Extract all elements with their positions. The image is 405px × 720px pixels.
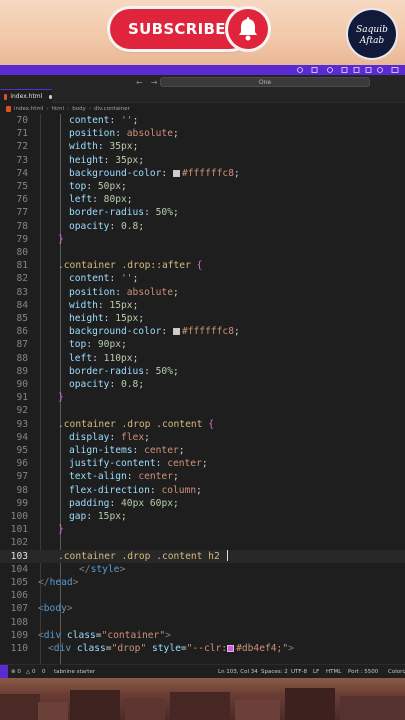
back-arrow-icon[interactable]: ← [136, 78, 143, 87]
code-line: 92 [16, 405, 28, 417]
code-line: 71 position: absolute; [16, 128, 179, 140]
status-tabnine[interactable]: tabnine starter [54, 665, 95, 679]
code-line: 80 [16, 247, 28, 258]
title-bar [0, 65, 405, 75]
html-file-icon [4, 93, 8, 100]
code-line: 100 gap: 15px; [10, 511, 127, 522]
status-ports[interactable]: 0 [42, 665, 46, 679]
status-errors[interactable]: ⊗ 0 [11, 665, 21, 679]
code-line: 72 width: 35px; [16, 141, 139, 153]
tab-index-html[interactable]: index.html [0, 89, 52, 103]
code-line: 106 [10, 590, 28, 602]
code-line: 108 [10, 616, 28, 628]
code-line: 97 text-align: center; [16, 471, 179, 483]
code-line: 75 top: 50px; [16, 181, 127, 192]
logo-line2: Aftab [359, 36, 385, 46]
text-cursor [226, 549, 228, 561]
forward-arrow-icon[interactable]: → [151, 78, 158, 87]
tab-bar: index.html [0, 89, 405, 103]
status-position[interactable]: Ln 103, Col 34 [218, 665, 258, 679]
breadcrumb-item[interactable]: body [72, 106, 86, 112]
status-eol[interactable]: LF [313, 665, 319, 679]
status-port[interactable]: Port : 5500 [348, 665, 378, 679]
code-line: 94 display: flex; [16, 431, 150, 443]
chevron-right-icon: › [88, 105, 92, 112]
color-swatch[interactable] [172, 169, 180, 177]
code-line: 82 content: ''; [16, 273, 139, 285]
code-line: 105 </head> [10, 577, 79, 588]
code-editor[interactable]: 70 content: ''; 71 position: absolute; 72 w… [0, 114, 405, 664]
code-line: 91} [16, 392, 64, 404]
code-line: 93 .container .drop .content { [16, 418, 214, 430]
code-line: 88 left: 110px; [16, 352, 139, 364]
code-line: 109 <div class="container"> [10, 629, 171, 641]
breadcrumb-item[interactable]: index.html [14, 106, 43, 112]
command-center[interactable]: One [160, 77, 370, 87]
code-line: 101} [10, 524, 64, 536]
menu-bar: ← → One [0, 75, 405, 89]
remote-indicator-icon[interactable] [0, 665, 8, 679]
breadcrumb-item[interactable]: div.container [94, 106, 130, 112]
bell-icon[interactable] [228, 9, 268, 49]
breadcrumb: index.html › html › body › div.container [0, 103, 405, 114]
tab-label: index.html [10, 93, 43, 100]
code-line: 77 border-radius: 50%; [16, 207, 179, 219]
color-swatch[interactable] [172, 328, 180, 336]
status-language[interactable]: HTML [326, 665, 341, 679]
code-line: 84 width: 15px; [16, 299, 139, 311]
code-line: 87 top: 90px; [16, 339, 127, 351]
code-line: 98 flex-direction: column; [16, 484, 202, 496]
background-photo [0, 678, 405, 720]
code-line: 85 height: 15px; [16, 313, 145, 324]
code-line: 86 background-color: #ffffffc8; [16, 326, 240, 338]
command-center-label: One [258, 78, 272, 86]
subscribe-label: SUBSCRIBE [128, 20, 226, 38]
chevron-right-icon: › [67, 105, 70, 112]
code-line: 99 padding: 40px 60px; [16, 497, 179, 509]
status-encoding[interactable]: UTF-8 [291, 665, 307, 679]
html-file-icon [6, 105, 11, 112]
code-line: 70 content: ''; [16, 115, 139, 126]
video-banner: SUBSCRIBE Saquib Aftab [0, 0, 405, 65]
code-line: 96 justify-content: center; [16, 458, 208, 470]
code-line: 90 opacity: 0.8; [16, 379, 145, 390]
status-warnings[interactable]: △ 0 [26, 665, 35, 679]
code-line: 110 <div class="drop" style="--clr: #db4ef… [10, 643, 294, 654]
unsaved-dot-icon[interactable] [49, 94, 52, 99]
status-bar: ⊗ 0 △ 0 0 tabnine starter Ln 103, Col 34… [0, 664, 405, 679]
chevron-right-icon: › [46, 105, 49, 112]
code-line: 95 align-items: center; [16, 445, 185, 456]
logo-line1: Saquib [356, 25, 388, 35]
code-line: 107 <body> [10, 603, 73, 615]
subscribe-button[interactable]: SUBSCRIBE [110, 9, 268, 53]
code-line: 83 position: absolute; [16, 286, 179, 298]
code-line-current[interactable]: 103 .container .drop .content h2 [0, 549, 405, 563]
channel-logo: Saquib Aftab [348, 10, 396, 58]
status-spaces[interactable]: Spaces: 2 [261, 665, 288, 679]
code-line: 78 opacity: 0.8; [16, 220, 145, 232]
color-swatch[interactable] [227, 645, 235, 652]
status-extra[interactable]: Colorize [388, 665, 405, 679]
nav-arrows: ← → [136, 75, 157, 89]
code-line: 74 background-color: #ffffffc8; [16, 167, 240, 179]
code-line: 79} [16, 233, 64, 245]
code-line: 89 border-radius: 50%; [16, 365, 179, 377]
breadcrumb-item[interactable]: html [52, 106, 65, 112]
code-line: 81 .container .drop::after { [16, 260, 203, 272]
code-line: 104 </style> [10, 563, 126, 575]
code-line: 76 left: 80px; [16, 194, 133, 206]
code-line: 102 [10, 537, 28, 549]
code-line: 73 height: 35px; [16, 154, 145, 166]
